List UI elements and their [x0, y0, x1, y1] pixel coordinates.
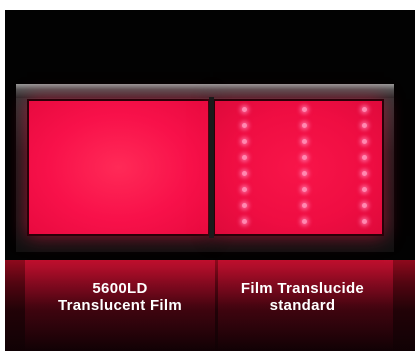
- led-dot: [362, 171, 367, 176]
- led-dot: [302, 139, 307, 144]
- panel-standard-film: [213, 99, 384, 236]
- led-dot: [362, 155, 367, 160]
- panel-translucent-film: [27, 99, 210, 236]
- label-standard-film: Film Translucide standard: [215, 280, 390, 314]
- led-dot: [302, 107, 307, 112]
- led-dot: [302, 187, 307, 192]
- led-dot: [242, 219, 247, 224]
- led-dot: [242, 123, 247, 128]
- led-dot: [302, 155, 307, 160]
- led-dot: [242, 187, 247, 192]
- led-dot: [302, 123, 307, 128]
- led-dot: [302, 171, 307, 176]
- led-dot: [362, 139, 367, 144]
- led-dot: [242, 203, 247, 208]
- led-dot: [362, 203, 367, 208]
- led-dot: [302, 203, 307, 208]
- led-dot: [242, 171, 247, 176]
- label-right-line2: standard: [269, 297, 336, 314]
- led-dot: [242, 139, 247, 144]
- led-dot: [242, 155, 247, 160]
- label-right-line1: Film Translucide: [240, 280, 365, 297]
- label-left-line1: 5600LD: [92, 280, 148, 297]
- label-left-line2: Translucent Film: [58, 297, 182, 314]
- led-dot: [362, 107, 367, 112]
- label-translucent-film: 5600LD Translucent Film: [30, 280, 210, 314]
- led-dot: [362, 219, 367, 224]
- led-dot: [242, 107, 247, 112]
- led-dot: [302, 219, 307, 224]
- panel-divider: [209, 97, 214, 238]
- led-dot: [362, 187, 367, 192]
- led-dot: [362, 123, 367, 128]
- light-box-top-edge: [16, 84, 394, 98]
